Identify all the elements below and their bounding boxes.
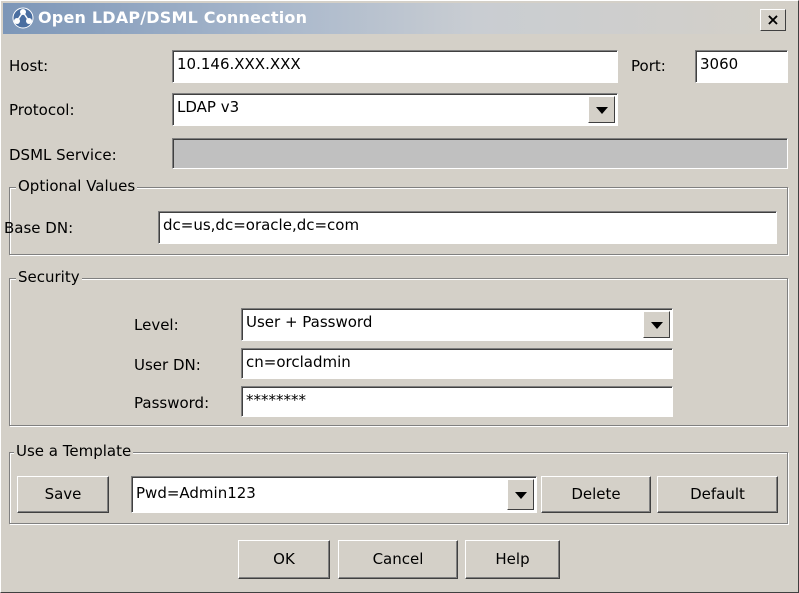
window-title: Open LDAP/DSML Connection (38, 8, 308, 27)
ldap-app-icon (12, 7, 34, 29)
default-template-button[interactable]: Default (657, 476, 778, 513)
dsml-service-label: DSML Service: (9, 146, 117, 164)
security-title: Security (16, 268, 82, 286)
template-group: Use a Template Save Pwd=Admin123 Delete … (9, 442, 788, 524)
password-label: Password: (134, 394, 210, 412)
save-template-button[interactable]: Save (17, 476, 109, 513)
host-label: Host: (9, 57, 49, 75)
template-select[interactable]: Pwd=Admin123 (131, 476, 537, 513)
template-title: Use a Template (14, 442, 134, 460)
cancel-button[interactable]: Cancel (338, 540, 458, 579)
protocol-label: Protocol: (9, 101, 75, 119)
security-level-select[interactable]: User + Password (241, 308, 673, 341)
port-label: Port: (631, 57, 666, 75)
ok-button[interactable]: OK (238, 540, 330, 579)
password-input[interactable]: ******** (241, 386, 673, 417)
help-button[interactable]: Help (465, 540, 560, 579)
dialog-window: Open LDAP/DSML Connection × Host: 10.146… (0, 0, 799, 593)
close-button[interactable]: × (760, 9, 786, 31)
chevron-down-icon (650, 321, 663, 329)
security-level-dropdown-button[interactable] (643, 311, 670, 338)
protocol-select[interactable]: LDAP v3 (172, 93, 618, 126)
user-dn-input[interactable]: cn=orcladmin (241, 348, 673, 379)
dsml-service-input (172, 138, 788, 169)
template-dropdown-button[interactable] (507, 479, 534, 510)
level-label: Level: (134, 316, 179, 334)
chevron-down-icon (514, 491, 527, 499)
template-value: Pwd=Admin123 (136, 484, 256, 502)
protocol-dropdown-button[interactable] (588, 96, 615, 123)
base-dn-input[interactable]: dc=us,dc=oracle,dc=com (158, 211, 777, 244)
chevron-down-icon (595, 106, 608, 114)
title-bar[interactable]: Open LDAP/DSML Connection × (3, 3, 790, 34)
protocol-value: LDAP v3 (177, 98, 240, 116)
security-group: Security Level: User + Password User DN:… (9, 268, 788, 426)
optional-values-title: Optional Values (16, 177, 138, 195)
port-input[interactable]: 3060 (695, 50, 788, 83)
user-dn-label: User DN: (134, 356, 201, 374)
delete-template-button[interactable]: Delete (541, 476, 651, 513)
close-icon: × (766, 10, 780, 29)
host-input[interactable]: 10.146.XXX.XXX (172, 50, 618, 83)
security-level-value: User + Password (246, 313, 373, 331)
optional-values-group: Optional Values Base DN: dc=us,dc=oracle… (4, 177, 788, 255)
base-dn-label: Base DN: (4, 219, 74, 237)
